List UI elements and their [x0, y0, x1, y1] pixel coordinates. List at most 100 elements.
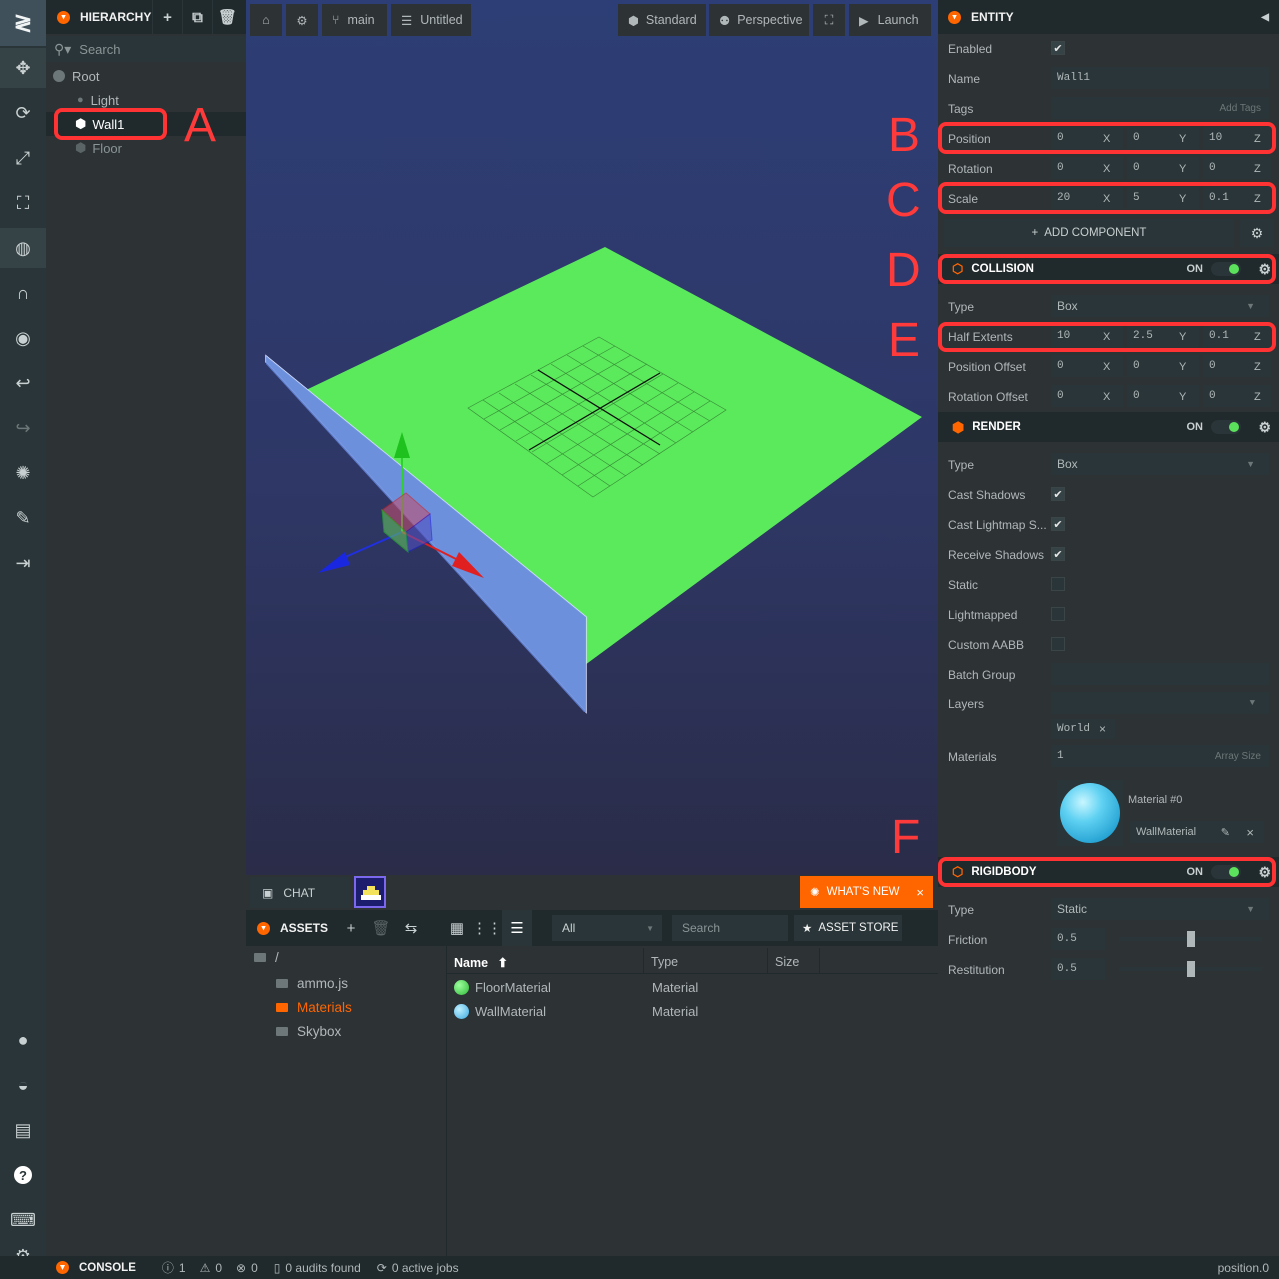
edit-icon[interactable]: ✎ [0, 498, 46, 538]
console-collapse-icon[interactable] [56, 1261, 69, 1274]
scene-viewport[interactable]: ⌂ ⚙ ⑂ main ☰ Untitled ⬢ Standard ⚉ Perspecti… [246, 0, 938, 875]
enabled-checkbox[interactable]: ✔ [1051, 41, 1065, 55]
resize-icon[interactable]: ⛶ [0, 183, 46, 223]
import-asset-button[interactable]: ⇆ [396, 910, 426, 946]
chat-button[interactable]: ▣ CHAT [250, 877, 350, 908]
publish-icon[interactable]: ⇥ [0, 543, 46, 583]
friction-slider-handle[interactable] [1186, 931, 1195, 947]
friction-slider[interactable] [1119, 931, 1262, 947]
duplicate-entity-button[interactable]: ⧉ [182, 0, 212, 34]
asset-search-input[interactable]: Search [672, 915, 788, 941]
list-view-icon[interactable]: ☰ [502, 910, 532, 946]
collapse-panel-icon[interactable]: ◀ [1261, 12, 1269, 23]
rotation-offset-x-field[interactable]: 0 [1051, 385, 1123, 407]
custom-aabb-checkbox[interactable] [1051, 637, 1065, 651]
restitution-slider[interactable] [1119, 961, 1262, 977]
layers-select[interactable]: ▼ [1051, 692, 1269, 714]
position-offset-x-field[interactable]: 0 [1051, 355, 1123, 377]
column-size[interactable]: Size [775, 955, 799, 969]
user-avatar[interactable] [354, 876, 386, 908]
rotation-offset-y-field[interactable]: 0 [1127, 385, 1199, 407]
column-name[interactable]: Name ⬆ [454, 955, 508, 970]
entity-settings-button[interactable]: ⚙ [1240, 219, 1274, 247]
move-icon[interactable]: ✥ [0, 48, 46, 88]
name-field[interactable]: Wall1 [1051, 67, 1269, 89]
comment-icon[interactable]: ▤ [0, 1110, 46, 1150]
restitution-field[interactable]: 0.5 [1051, 958, 1105, 980]
search-icon: ⚲▾ [54, 40, 72, 57]
material-field[interactable]: WallMaterial ✎ × [1130, 821, 1264, 843]
redo-icon[interactable]: ↪ [0, 408, 46, 448]
light-icon[interactable]: ✺ [0, 453, 46, 493]
github-icon[interactable]: ● [0, 1020, 46, 1060]
assets-collapse-icon[interactable] [257, 921, 270, 935]
keyboard-icon[interactable]: ⌨ [0, 1200, 46, 1240]
asset-row[interactable]: FloorMaterial Material [447, 975, 937, 999]
undo-icon[interactable]: ↩ [0, 363, 46, 403]
entity-title: ENTITY [971, 10, 1014, 24]
hierarchy-search[interactable]: ⚲▾ Search [46, 36, 246, 62]
whats-new-button[interactable]: ✺ WHAT'S NEW × [800, 876, 933, 908]
layer-tag-world[interactable]: World × [1051, 719, 1115, 739]
folder-materials[interactable]: Materials [276, 1000, 352, 1015]
delete-asset-button[interactable]: 🗑 [366, 910, 396, 946]
cast-lightmap-checkbox[interactable]: ✔ [1051, 517, 1065, 531]
tags-field[interactable]: Add Tags [1051, 97, 1269, 119]
folder-skybox[interactable]: Skybox [276, 1024, 341, 1039]
folder-icon [276, 979, 288, 988]
hierarchy-collapse-icon[interactable] [57, 10, 70, 24]
material-preview[interactable] [1057, 780, 1123, 846]
add-asset-button[interactable]: + [336, 910, 366, 946]
rigidbody-type-value: Static [1057, 902, 1088, 916]
render-header[interactable]: ⬢ RENDER ON ⚙ [938, 412, 1279, 442]
delete-entity-button[interactable]: 🗑 [212, 0, 242, 34]
cast-shadows-checkbox[interactable]: ✔ [1051, 487, 1065, 501]
magnet-icon[interactable]: ∩ [0, 273, 46, 313]
logo-icon[interactable]: ≷ [0, 0, 46, 46]
jobs-status[interactable]: 0 active jobs [392, 1261, 459, 1275]
add-component-button[interactable]: + ADD COMPONENT [944, 219, 1234, 247]
materials-count-field[interactable]: 1 Array Size [1051, 745, 1269, 767]
position-offset-y-field[interactable]: 0 [1127, 355, 1199, 377]
collision-type-select[interactable]: Box ▼ [1051, 295, 1269, 317]
gear-icon[interactable]: ⚙ [1258, 419, 1271, 436]
close-icon[interactable]: × [1099, 722, 1106, 736]
grid-large-icon[interactable]: ▦ [442, 910, 472, 946]
friction-field[interactable]: 0.5 [1051, 928, 1105, 950]
entity-collapse-icon[interactable] [948, 10, 961, 24]
hierarchy-panel: HIERARCHY + ⧉ 🗑 ⚲▾ Search Root ● Light ⬢… [46, 0, 246, 1256]
help-icon[interactable]: ? [0, 1155, 46, 1195]
lightmapped-checkbox[interactable] [1051, 607, 1065, 621]
rotate-icon[interactable]: ⟳ [0, 93, 46, 133]
discord-icon[interactable]: ◒ [0, 1065, 46, 1105]
rotation-x-field[interactable]: 0 [1051, 157, 1123, 179]
close-icon[interactable]: × [1246, 825, 1254, 840]
tree-item-root[interactable]: Root [46, 64, 246, 88]
asset-filter-select[interactable]: All ▼ [552, 915, 662, 941]
asset-store-button[interactable]: ★ ASSET STORE [794, 915, 902, 941]
edit-icon[interactable]: ✎ [1221, 826, 1230, 839]
close-icon[interactable]: × [916, 885, 924, 900]
column-type[interactable]: Type [651, 955, 678, 969]
chevron-down-icon: ▼ [1246, 459, 1255, 469]
array-size-label: Array Size [1214, 750, 1261, 762]
world-icon[interactable]: ◍ [0, 228, 46, 268]
grid-small-icon[interactable]: ⋮⋮ [472, 910, 502, 946]
scale-icon[interactable]: ⤢ [0, 138, 46, 178]
batch-group-select[interactable] [1051, 663, 1269, 685]
add-entity-button[interactable]: + [152, 0, 182, 34]
rotation-y-field[interactable]: 0 [1127, 157, 1199, 179]
render-toggle[interactable] [1211, 420, 1241, 434]
receive-shadows-checkbox[interactable]: ✔ [1051, 547, 1065, 561]
static-checkbox[interactable] [1051, 577, 1065, 591]
restitution-slider-handle[interactable] [1186, 961, 1195, 977]
entity-header: ENTITY ◀ [938, 0, 1279, 34]
rigidbody-type-select[interactable]: Static ▼ [1051, 898, 1269, 920]
eye-icon[interactable]: ◉ [0, 318, 46, 358]
audits-status[interactable]: 0 audits found [285, 1261, 360, 1275]
render-type-select[interactable]: Box ▼ [1051, 453, 1269, 475]
folder-root[interactable]: / [254, 950, 279, 965]
asset-row[interactable]: WallMaterial Material [447, 999, 937, 1023]
folder-ammo[interactable]: ammo.js [276, 976, 348, 991]
console-title[interactable]: CONSOLE [79, 1262, 136, 1274]
